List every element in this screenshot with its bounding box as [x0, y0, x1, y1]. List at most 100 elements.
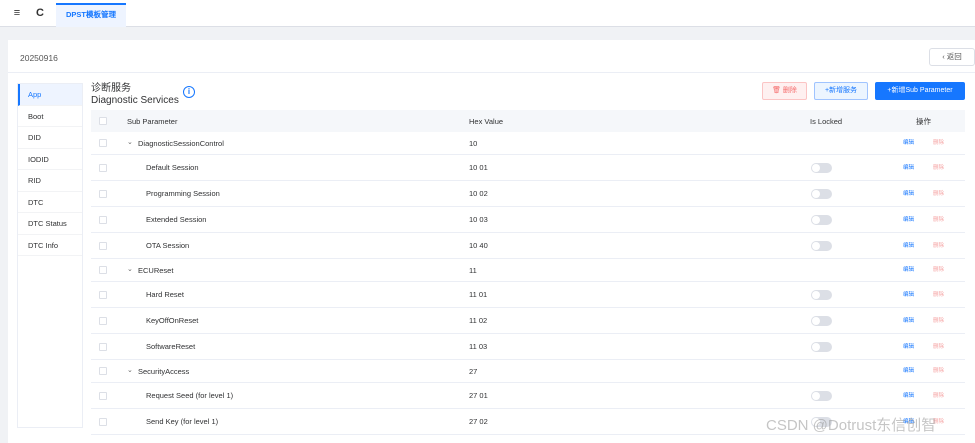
table-row-service: ⌄ SecurityAccess 27 编辑 删除	[91, 360, 965, 383]
delete-link[interactable]: 删除	[933, 190, 944, 198]
tab-dpst-template[interactable]: DPST模板管理	[56, 3, 127, 27]
sidebar-item-rid[interactable]: RID	[18, 170, 82, 192]
row-checkbox[interactable]	[99, 417, 107, 426]
hex-value: 10 02	[469, 189, 488, 198]
refresh-icon[interactable]: C	[33, 6, 47, 20]
row-checkbox[interactable]	[99, 241, 107, 250]
edit-link[interactable]: 编辑	[903, 139, 914, 147]
select-all-checkbox[interactable]	[99, 117, 107, 125]
hex-value: 27 01	[469, 391, 488, 400]
row-checkbox[interactable]	[99, 290, 107, 299]
delete-link[interactable]: 删除	[933, 291, 944, 299]
edit-link[interactable]: 编辑	[903, 291, 914, 299]
table-row-sub-parameter: Request Seed (for level 1) 27 01 编辑 删除	[91, 383, 965, 409]
info-icon[interactable]: i	[183, 86, 195, 98]
version-label: 20250916	[20, 53, 58, 63]
sub-parameter-name: Extended Session	[146, 215, 207, 224]
hex-value: 11 01	[469, 290, 488, 299]
hex-value: 27	[469, 366, 478, 376]
edit-link[interactable]: 编辑	[903, 242, 914, 250]
delete-link[interactable]: 删除	[933, 242, 944, 250]
table-row-service: ⌄ ECUReset 11 编辑 删除	[91, 259, 965, 282]
hex-value: 10	[469, 138, 478, 148]
sidebar-item-dtc-status[interactable]: DTC Status	[18, 213, 82, 235]
delete-link[interactable]: 删除	[933, 216, 944, 224]
delete-link[interactable]: 删除	[933, 266, 944, 274]
delete-link[interactable]: 删除	[933, 139, 944, 147]
main-panel: 20250916 ‹ 返回 App Boot DID IODID RID DTC DTC S…	[8, 40, 975, 443]
table-row-sub-parameter: OTA Session 10 40 编辑 删除	[91, 233, 965, 259]
delete-button[interactable]: 🗑 删除	[762, 82, 807, 100]
section-title-cn: 诊断服务	[91, 83, 131, 94]
is-locked-toggle[interactable]	[811, 214, 832, 225]
hex-value: 11	[469, 265, 477, 275]
sub-parameter-name: KeyOffOnReset	[146, 316, 199, 325]
add-service-button[interactable]: +新增服务	[814, 82, 868, 100]
edit-link[interactable]: 编辑	[903, 317, 914, 325]
sidebar-item-dtc-info[interactable]: DTC Info	[18, 235, 82, 256]
add-sub-parameter-button[interactable]: +新增Sub Parameter	[875, 82, 965, 100]
row-checkbox[interactable]	[99, 316, 107, 325]
edit-link[interactable]: 编辑	[903, 343, 914, 351]
delete-link[interactable]: 删除	[933, 343, 944, 351]
edit-link[interactable]: 编辑	[903, 164, 914, 172]
is-locked-toggle[interactable]	[811, 289, 832, 300]
table-body: ⌄ DiagnosticSessionControl 10 编辑 删除 Default S…	[91, 132, 965, 435]
table-header: Sub Parameter Hex Value Is Locked 操作	[91, 110, 965, 132]
back-label: 返回	[946, 52, 962, 61]
delete-link[interactable]: 删除	[933, 367, 944, 375]
is-locked-toggle[interactable]	[811, 390, 832, 401]
header-sub-parameter: Sub Parameter	[127, 116, 178, 126]
hex-value: 27 02	[469, 417, 488, 426]
delete-link[interactable]: 删除	[933, 164, 944, 172]
is-locked-toggle[interactable]	[811, 240, 832, 251]
sub-parameter-name: SecurityAccess	[138, 366, 190, 376]
row-checkbox[interactable]	[99, 139, 107, 147]
sidebar-item-did[interactable]: DID	[18, 127, 82, 149]
sidebar: App Boot DID IODID RID DTC DTC Status DTC Info	[17, 83, 83, 428]
row-checkbox[interactable]	[99, 342, 107, 351]
sub-parameter-name: Hard Reset	[146, 290, 184, 299]
chevron-down-icon[interactable]: ⌄	[127, 366, 133, 376]
watermark: CSDN @Dotrust东信创智	[766, 417, 937, 434]
sub-parameter-name: Send Key (for level 1)	[146, 417, 219, 426]
menu-icon[interactable]: ≡	[10, 6, 24, 20]
is-locked-toggle[interactable]	[811, 162, 832, 173]
sidebar-item-dtc[interactable]: DTC	[18, 192, 82, 213]
is-locked-toggle[interactable]	[811, 315, 832, 326]
sidebar-item-app[interactable]: App	[18, 84, 82, 106]
delete-label: 删除	[782, 87, 797, 94]
is-locked-toggle[interactable]	[811, 188, 832, 199]
row-checkbox[interactable]	[99, 266, 107, 274]
chevron-down-icon[interactable]: ⌄	[127, 265, 133, 275]
hex-value: 10 03	[469, 215, 488, 224]
back-button[interactable]: ‹ 返回	[929, 48, 975, 66]
edit-link[interactable]: 编辑	[903, 367, 914, 375]
is-locked-toggle[interactable]	[811, 341, 832, 352]
table-row-sub-parameter: Default Session 10 01 编辑 删除	[91, 155, 965, 181]
delete-link[interactable]: 删除	[933, 317, 944, 325]
row-checkbox[interactable]	[99, 215, 107, 224]
sub-parameter-name: ECUReset	[138, 265, 174, 275]
top-bar: ≡ C DPST模板管理	[0, 0, 975, 27]
row-checkbox[interactable]	[99, 189, 107, 198]
row-checkbox[interactable]	[99, 367, 107, 375]
row-checkbox[interactable]	[99, 391, 107, 400]
sidebar-item-boot[interactable]: Boot	[18, 106, 82, 127]
header-actions: 操作	[916, 116, 931, 126]
table-row-sub-parameter: SoftwareReset 11 03 编辑 删除	[91, 334, 965, 360]
header-hex-value: Hex Value	[469, 116, 504, 126]
hex-value: 10 40	[469, 241, 488, 250]
sidebar-item-iodid[interactable]: IODID	[18, 149, 82, 170]
divider	[8, 72, 975, 73]
sub-parameter-table: Sub Parameter Hex Value Is Locked 操作 ⌄ Di…	[91, 110, 965, 435]
edit-link[interactable]: 编辑	[903, 190, 914, 198]
edit-link[interactable]: 编辑	[903, 392, 914, 400]
edit-link[interactable]: 编辑	[903, 266, 914, 274]
table-row-sub-parameter: KeyOffOnReset 11 02 编辑 删除	[91, 308, 965, 334]
edit-link[interactable]: 编辑	[903, 216, 914, 224]
row-checkbox[interactable]	[99, 163, 107, 172]
chevron-down-icon[interactable]: ⌄	[127, 138, 133, 148]
table-row-service: ⌄ DiagnosticSessionControl 10 编辑 删除	[91, 132, 965, 155]
delete-link[interactable]: 删除	[933, 392, 944, 400]
